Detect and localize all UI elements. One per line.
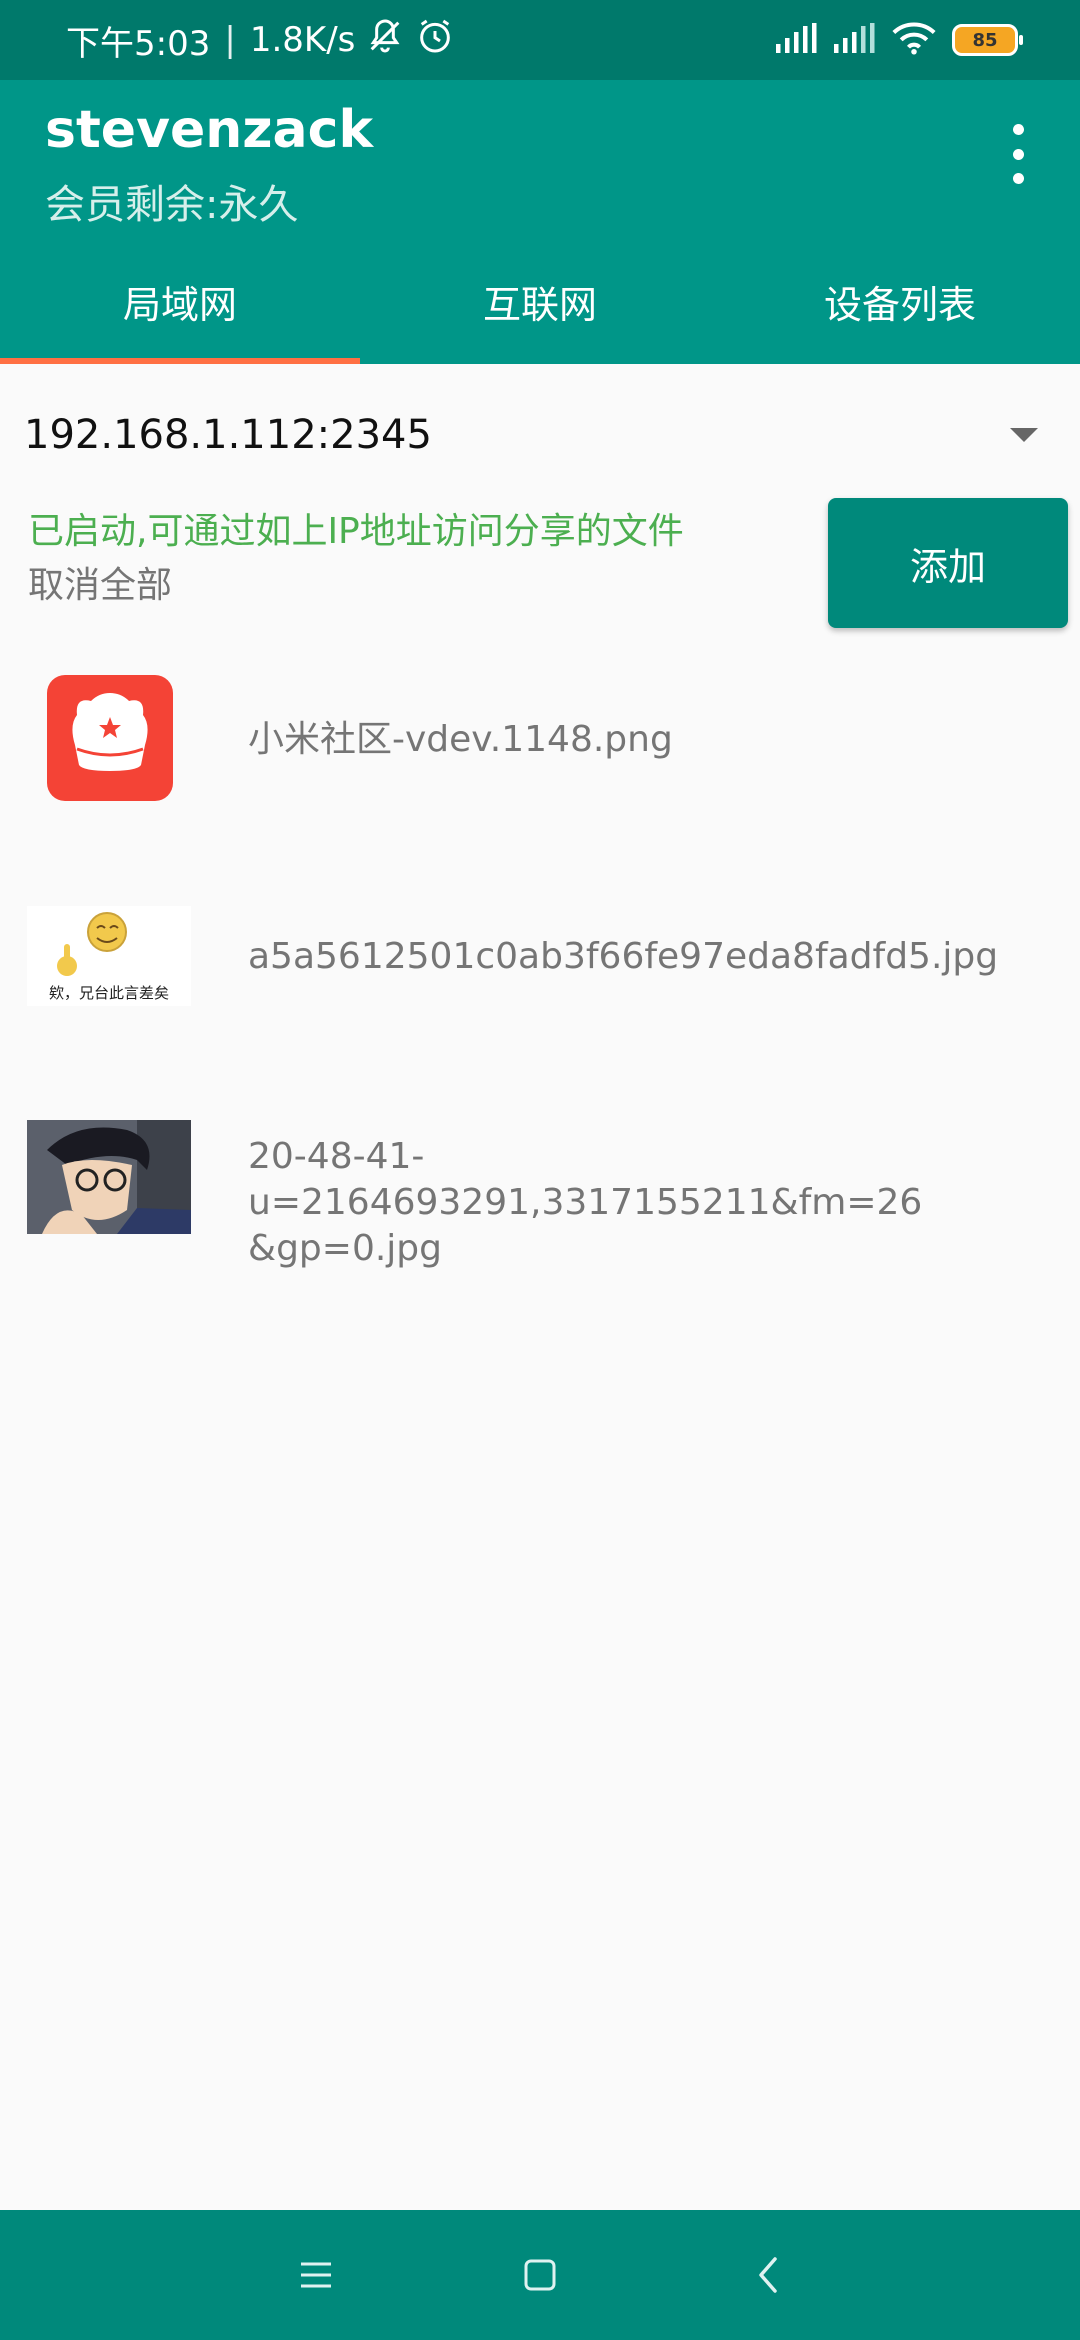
cancel-all-link[interactable]: 取消全部 (28, 556, 172, 608)
tab-device-list[interactable]: 设备列表 (720, 238, 1080, 364)
mi-community-logo-icon (72, 693, 148, 771)
back-icon[interactable] (738, 2245, 798, 2305)
address-value: 192.168.1.112:2345 (24, 412, 432, 458)
file-thumbnail (27, 1120, 191, 1234)
tab-bar: 局域网 互联网 设备列表 (0, 238, 1080, 364)
battery-icon: 85 (952, 24, 1023, 56)
file-thumbnail (47, 675, 173, 801)
file-thumbnail: 欸，兄台此言差矣 (27, 906, 191, 1006)
file-name: a5a5612501c0ab3f66fe97eda8fadfd5.jpg (248, 936, 999, 977)
status-right: 85 (776, 0, 1023, 80)
tab-lan[interactable]: 局域网 (0, 238, 360, 364)
tab-internet[interactable]: 互联网 (360, 238, 720, 364)
navigation-bar (0, 2210, 1080, 2340)
more-options-icon[interactable] (998, 124, 1038, 184)
page-title: stevenzack (45, 100, 374, 160)
meme-caption: 欸，兄台此言差矣 (49, 984, 169, 1002)
home-icon[interactable] (510, 2245, 570, 2305)
add-button[interactable]: 添加 (828, 498, 1068, 628)
file-name-line-2: &gp=0.jpg (248, 1228, 442, 1269)
status-left: 下午5:03 | 1.8K/s (66, 0, 455, 80)
battery-level: 85 (972, 29, 998, 51)
meme-image-icon: 欸，兄台此言差矣 (49, 912, 169, 1002)
network-speed: 1.8K/s (249, 20, 356, 60)
status-separator: | (224, 20, 236, 60)
file-name-line-1: 20-48-41-u=2164693291,3317155211&fm=26 (248, 1136, 923, 1223)
wifi-icon (892, 21, 936, 59)
signal-icon-2 (834, 23, 876, 57)
menu-icon[interactable] (286, 2245, 346, 2305)
file-name: 小米社区-vdev.1148.png (248, 719, 673, 760)
status-time: 下午5:03 (66, 23, 211, 64)
tab-device-list-label: 设备列表 (823, 282, 976, 327)
dropdown-arrow-icon (1010, 428, 1038, 442)
file-item[interactable]: 小米社区-vdev.1148.png (0, 670, 1080, 810)
membership-subtitle: 会员剩余:永久 (45, 182, 299, 228)
app-bar: stevenzack 会员剩余:永久 局域网 互联网 设备列表 (0, 80, 1080, 364)
anime-character-image-icon (27, 1120, 191, 1234)
mute-bell-icon (365, 16, 405, 65)
file-item[interactable]: 20-48-41-u=2164693291,3317155211&fm=26 &… (0, 1110, 1080, 1269)
status-bar: 下午5:03 | 1.8K/s 85 (0, 0, 1080, 80)
tab-lan-label: 局域网 (122, 282, 237, 327)
signal-icon (776, 23, 818, 57)
alarm-icon (415, 16, 455, 65)
tab-internet-label: 互联网 (482, 282, 597, 327)
address-dropdown[interactable]: 192.168.1.112:2345 (24, 400, 1044, 470)
file-item[interactable]: 欸，兄台此言差矣 a5a5612501c0ab3f66fe97eda8fadfd… (0, 900, 1080, 1020)
file-name: 20-48-41-u=2164693291,3317155211&fm=26 &… (248, 1134, 1080, 1272)
server-status-text: 已启动,可通过如上IP地址访问分享的文件 (28, 511, 684, 552)
